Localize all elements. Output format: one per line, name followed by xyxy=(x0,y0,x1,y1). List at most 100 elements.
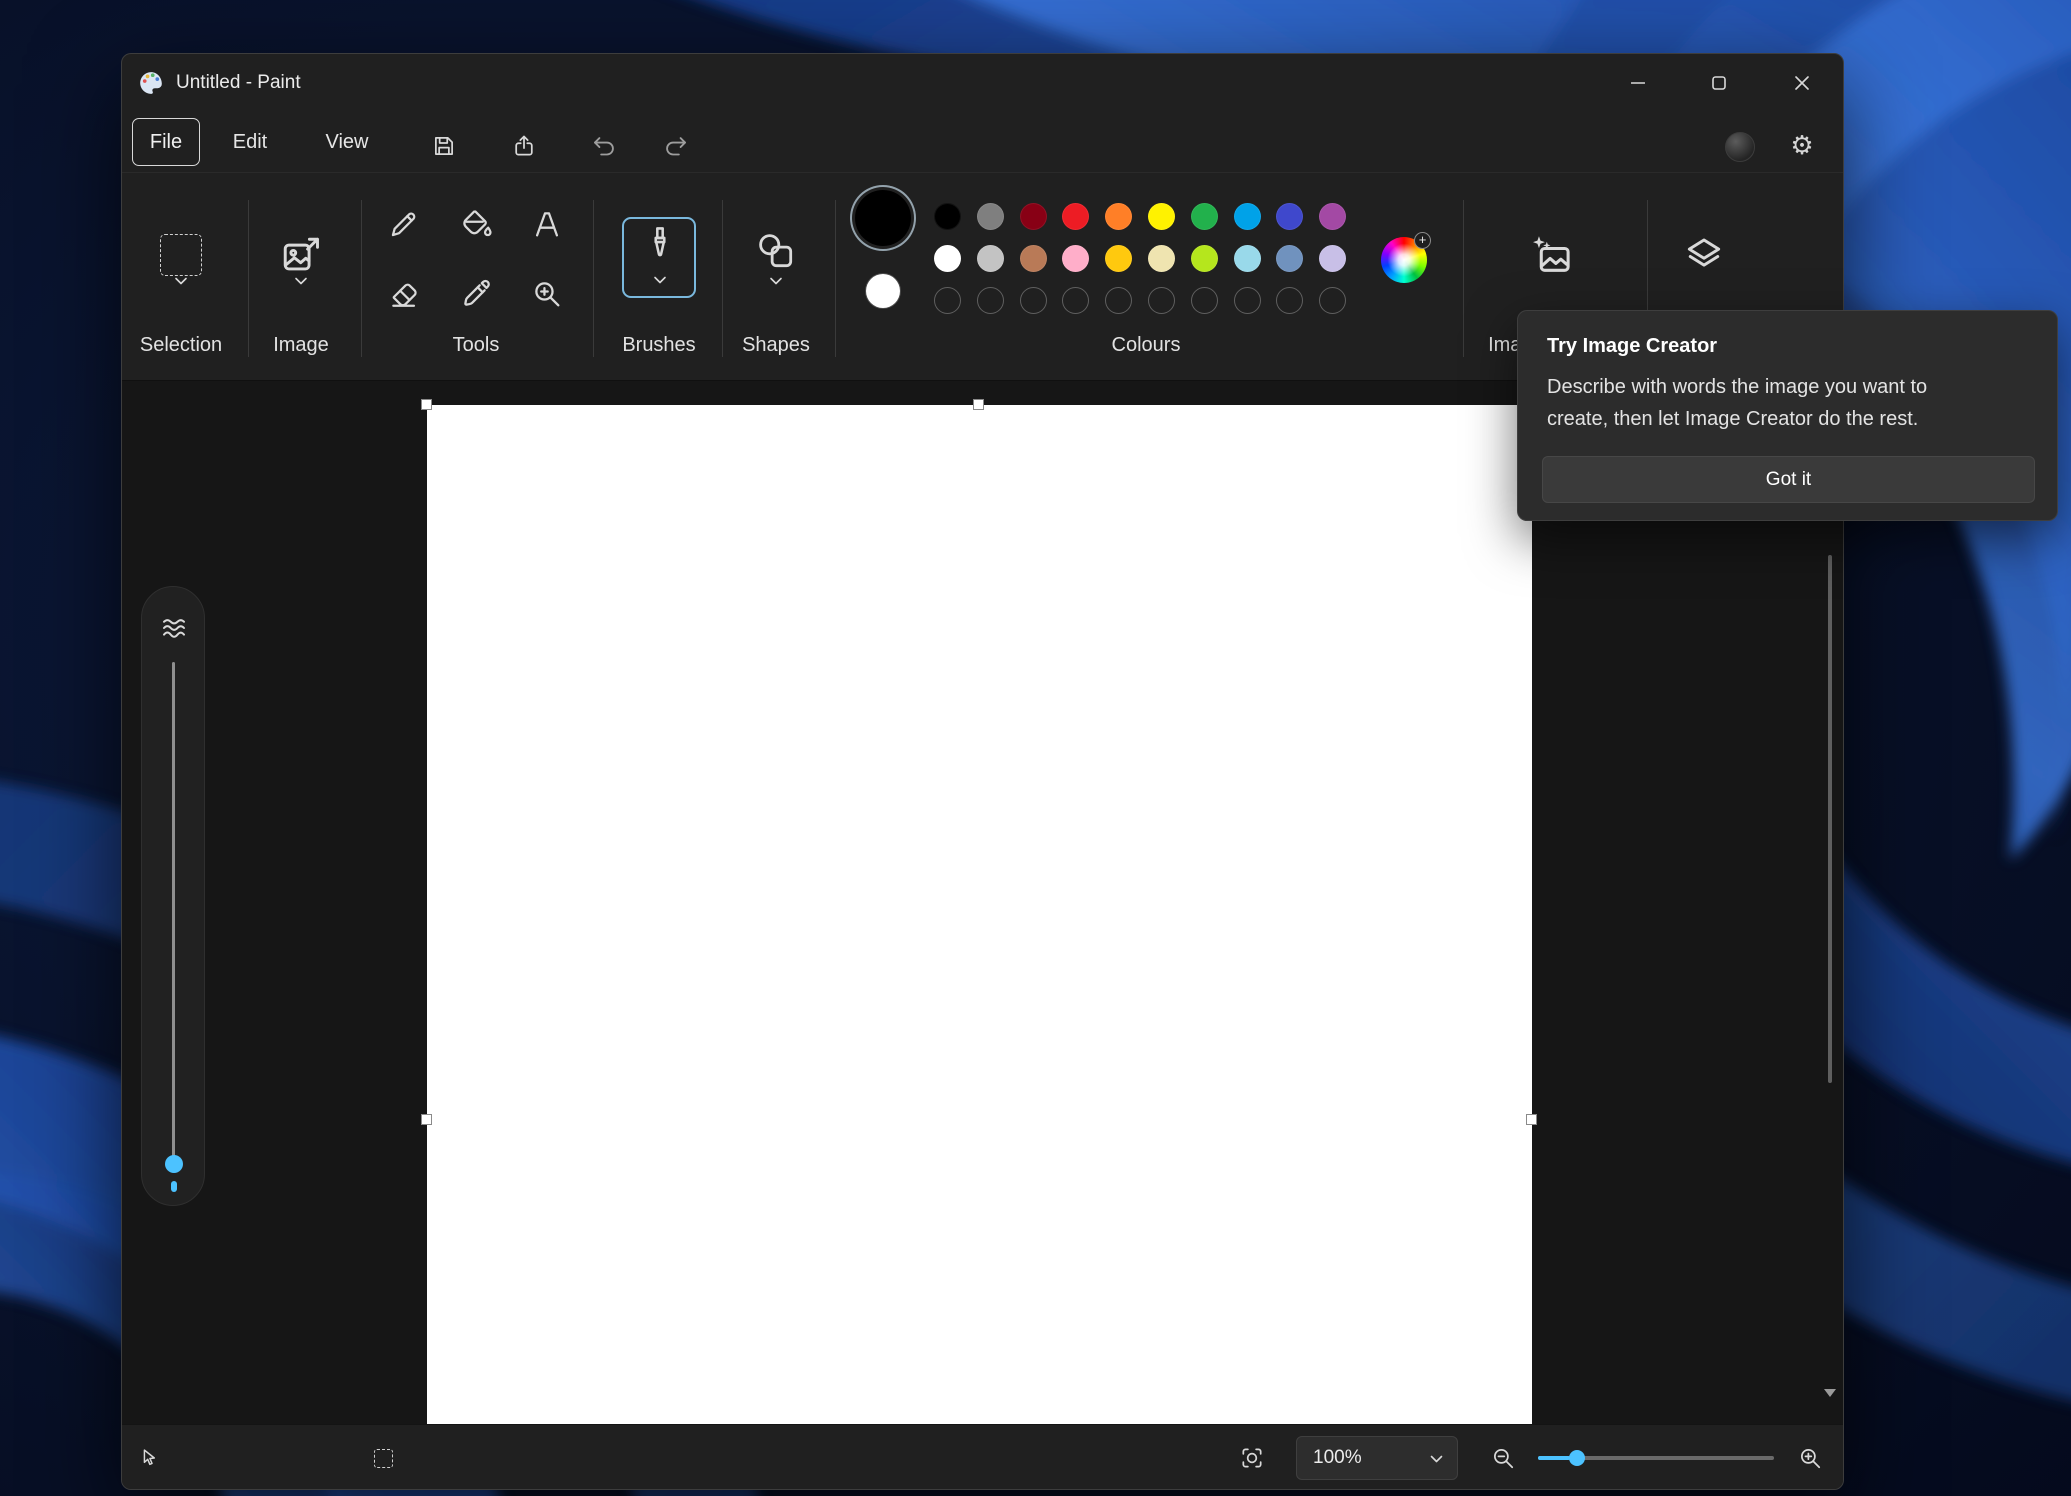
colour-swatch[interactable] xyxy=(1105,245,1132,272)
redo-icon xyxy=(662,133,689,160)
palette-row-empty xyxy=(934,287,1346,314)
colour-swatch[interactable] xyxy=(1062,245,1089,272)
save-icon xyxy=(431,133,457,159)
file-menu-button[interactable]: File xyxy=(132,118,200,166)
colour-swatch[interactable] xyxy=(1276,203,1303,230)
colour-swatch[interactable] xyxy=(1276,245,1303,272)
empty-colour-slot[interactable] xyxy=(1062,287,1089,314)
dashed-selection-icon xyxy=(374,1449,393,1468)
thickness-slider-track[interactable] xyxy=(172,662,175,1162)
empty-colour-slot[interactable] xyxy=(977,287,1004,314)
close-button[interactable] xyxy=(1771,62,1833,104)
image-menu-button[interactable] xyxy=(279,233,323,277)
colour-swatch[interactable] xyxy=(1191,203,1218,230)
thickness-slider-thumb[interactable] xyxy=(165,1155,183,1173)
scroll-down-arrow-icon[interactable] xyxy=(1824,1389,1836,1397)
canvas-area xyxy=(122,381,1843,1424)
vertical-scrollbar-thumb[interactable] xyxy=(1828,555,1832,1083)
colour-swatch[interactable] xyxy=(1234,245,1261,272)
shapes-button[interactable] xyxy=(755,230,797,272)
primary-colour-swatch[interactable] xyxy=(855,190,911,246)
close-icon xyxy=(1795,76,1809,90)
colour-swatch[interactable] xyxy=(977,245,1004,272)
eraser-tool-button[interactable] xyxy=(387,277,421,311)
image-creator-button[interactable] xyxy=(1529,232,1575,278)
pencil-tool-button[interactable] xyxy=(387,207,421,241)
colour-swatch[interactable] xyxy=(1191,245,1218,272)
colour-swatch[interactable] xyxy=(1148,203,1175,230)
fill-tool-button[interactable] xyxy=(459,207,493,241)
colour-swatch[interactable] xyxy=(1062,203,1089,230)
colour-swatch[interactable] xyxy=(1020,245,1047,272)
palette-row-1 xyxy=(934,203,1346,230)
secondary-colour-swatch[interactable] xyxy=(866,274,900,308)
got-it-button[interactable]: Got it xyxy=(1542,456,2035,503)
empty-colour-slot[interactable] xyxy=(1191,287,1218,314)
colour-swatch[interactable] xyxy=(1148,245,1175,272)
account-icon xyxy=(1725,132,1755,162)
empty-colour-slot[interactable] xyxy=(1148,287,1175,314)
chevron-down-icon[interactable] xyxy=(770,277,783,285)
save-button[interactable] xyxy=(423,125,465,167)
group-divider xyxy=(361,200,362,357)
brushes-button[interactable] xyxy=(622,217,696,298)
colour-swatch[interactable] xyxy=(1020,203,1047,230)
window-title: Untitled - Paint xyxy=(176,54,301,112)
thickness-icon xyxy=(159,613,189,643)
selection-tool-button[interactable] xyxy=(160,234,202,276)
magnifier-tool-button[interactable] xyxy=(530,277,564,311)
statusbar: 100% xyxy=(122,1424,1843,1490)
selection-handle[interactable] xyxy=(973,399,984,410)
empty-colour-slot[interactable] xyxy=(1020,287,1047,314)
canvas[interactable] xyxy=(427,405,1532,1424)
colour-swatch[interactable] xyxy=(934,203,961,230)
edit-menu-button[interactable]: Edit xyxy=(218,120,282,164)
zoom-fit-button[interactable] xyxy=(1239,1445,1265,1471)
text-tool-button[interactable] xyxy=(530,207,564,241)
eyedropper-tool-button[interactable] xyxy=(459,277,493,311)
colours-label: Colours xyxy=(1112,334,1181,357)
empty-colour-slot[interactable] xyxy=(1234,287,1261,314)
group-divider xyxy=(722,200,723,357)
share-icon xyxy=(511,133,537,159)
cursor-position-indicator xyxy=(138,1447,160,1469)
maximize-button[interactable] xyxy=(1688,62,1750,104)
colour-swatch[interactable] xyxy=(934,245,961,272)
tooltip-body: Describe with words the image you want t… xyxy=(1547,371,2035,435)
minimize-button[interactable] xyxy=(1607,62,1669,104)
add-colour-icon[interactable]: + xyxy=(1414,232,1431,249)
zoom-dropdown[interactable]: 100% xyxy=(1296,1436,1458,1480)
zoom-out-button[interactable] xyxy=(1490,1445,1516,1471)
zoom-slider-thumb[interactable] xyxy=(1569,1450,1585,1466)
empty-colour-slot[interactable] xyxy=(1276,287,1303,314)
empty-colour-slot[interactable] xyxy=(1105,287,1132,314)
brush-icon xyxy=(641,224,679,262)
chevron-down-icon[interactable] xyxy=(654,276,667,284)
undo-button[interactable] xyxy=(583,125,625,167)
layers-button[interactable] xyxy=(1682,233,1726,277)
redo-button[interactable] xyxy=(654,125,696,167)
colour-swatch[interactable] xyxy=(1319,203,1346,230)
view-menu-button[interactable]: View xyxy=(315,120,379,164)
selection-handle[interactable] xyxy=(421,1114,432,1125)
colour-swatch[interactable] xyxy=(1234,203,1261,230)
zoom-in-button[interactable] xyxy=(1797,1445,1823,1471)
selection-handle[interactable] xyxy=(1526,1114,1537,1125)
selection-handle[interactable] xyxy=(421,399,432,410)
colour-swatch[interactable] xyxy=(977,203,1004,230)
gear-icon: ⚙ xyxy=(1790,133,1813,159)
magnifier-plus-icon xyxy=(1797,1445,1823,1471)
account-button[interactable] xyxy=(1719,126,1761,168)
colour-swatch[interactable] xyxy=(1319,245,1346,272)
settings-button[interactable]: ⚙ xyxy=(1781,125,1823,167)
chevron-down-icon[interactable] xyxy=(295,277,308,285)
share-button[interactable] xyxy=(503,125,545,167)
group-divider xyxy=(248,200,249,357)
empty-colour-slot[interactable] xyxy=(1319,287,1346,314)
empty-colour-slot[interactable] xyxy=(934,287,961,314)
paint-app-icon xyxy=(138,70,164,96)
image-creator-icon xyxy=(1529,232,1575,278)
magnifier-minus-icon xyxy=(1490,1445,1516,1471)
chevron-down-icon[interactable] xyxy=(175,277,188,285)
colour-swatch[interactable] xyxy=(1105,203,1132,230)
